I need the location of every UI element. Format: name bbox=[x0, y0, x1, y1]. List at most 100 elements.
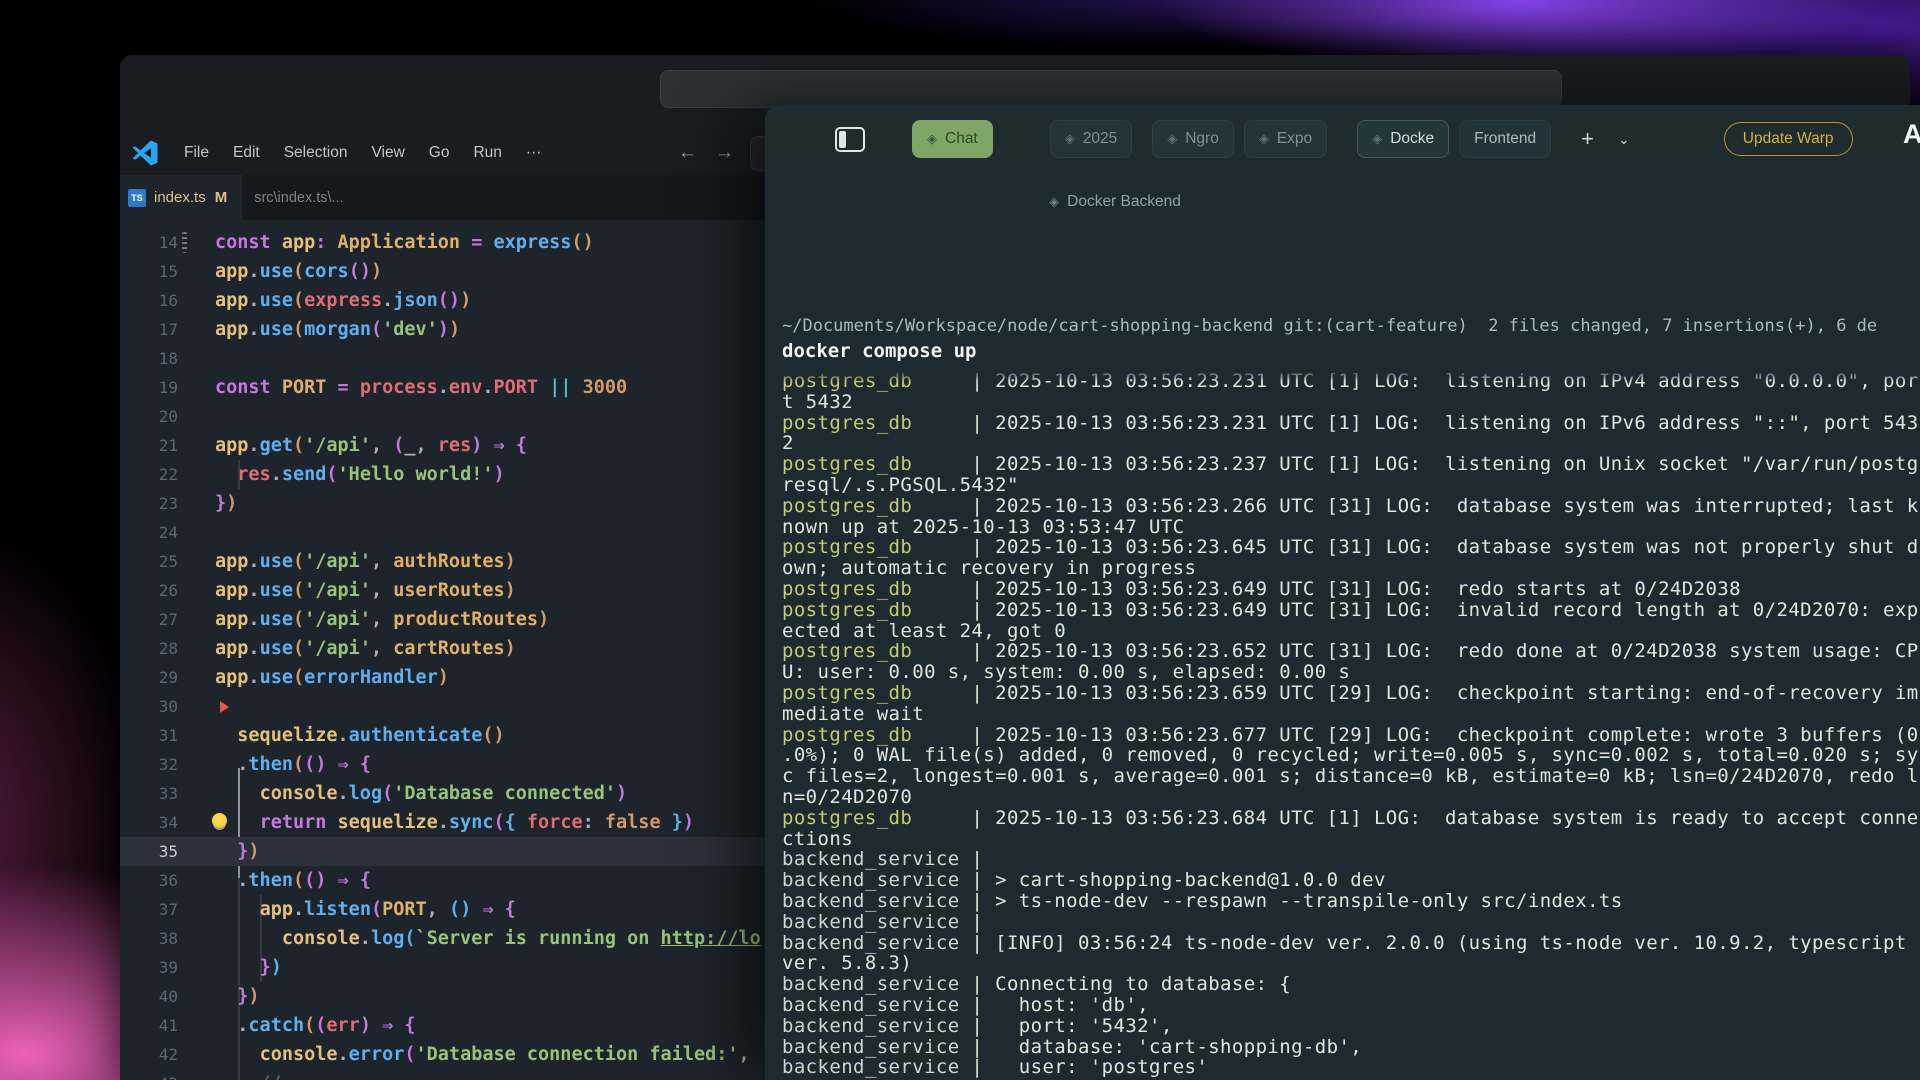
log-line: ected at least 24, got 0 bbox=[782, 621, 1920, 642]
menu-file[interactable]: File bbox=[172, 144, 221, 161]
terminal-tab-ngro[interactable]: ◈Ngro bbox=[1152, 120, 1234, 158]
service-name: backend_service bbox=[782, 890, 960, 912]
menu-view[interactable]: View bbox=[359, 144, 416, 161]
log-line: backend_service | Connecting to database… bbox=[782, 974, 1920, 995]
warp-pane[interactable]: ◈Docker Backend ~/Documents/Workspace/no… bbox=[765, 173, 1920, 1080]
service-name: backend_service bbox=[782, 869, 960, 891]
log-line: ctions bbox=[782, 829, 1920, 850]
service-name: backend_service bbox=[782, 994, 960, 1016]
service-name: backend_service bbox=[782, 1056, 960, 1078]
pane-title: ◈Docker Backend bbox=[765, 193, 1465, 211]
line-number: 36 bbox=[120, 866, 178, 895]
log-line: postgres_db | 2025-10-13 03:56:23.684 UT… bbox=[782, 808, 1920, 829]
service-name: postgres_db bbox=[782, 536, 912, 558]
menu-run[interactable]: Run bbox=[461, 144, 513, 161]
code-text: app.use('/api', cartRoutes) bbox=[215, 634, 516, 663]
line-number: 35 bbox=[120, 837, 178, 866]
git-modified-marker-icon bbox=[182, 232, 187, 253]
breadcrumb[interactable]: src\index.ts\... bbox=[254, 190, 343, 206]
code-text: console.error('Database connection faile… bbox=[215, 1040, 761, 1069]
log-line: mediate wait bbox=[782, 704, 1920, 725]
tab-filename: index.ts bbox=[154, 189, 206, 206]
log-line: t 5432 bbox=[782, 392, 1920, 413]
code-text: app.use(express.json()) bbox=[215, 286, 471, 315]
service-name: postgres_db bbox=[782, 724, 912, 746]
code-text: }) bbox=[215, 489, 237, 518]
terminal-path-line: ~/Documents/Workspace/node/cart-shopping… bbox=[782, 316, 1877, 336]
log-line: backend_service | > cart-shopping-backen… bbox=[782, 870, 1920, 891]
vscode-logo-icon bbox=[132, 140, 158, 166]
service-name: postgres_db bbox=[782, 682, 912, 704]
menu-selection[interactable]: Selection bbox=[272, 144, 360, 161]
log-line: postgres_db | 2025-10-13 03:56:23.266 UT… bbox=[782, 496, 1920, 517]
log-line: U: user: 0.00 s, system: 0.00 s, elapsed… bbox=[782, 662, 1920, 683]
line-number: 33 bbox=[120, 779, 178, 808]
tab-label: Docke bbox=[1390, 130, 1434, 148]
update-warp-button[interactable]: Update Warp bbox=[1724, 122, 1853, 156]
line-number: 22 bbox=[120, 460, 178, 489]
line-number: 20 bbox=[120, 402, 178, 431]
back-arrow-icon[interactable]: ← bbox=[678, 142, 697, 164]
warp-corner-glyph[interactable]: A bbox=[1903, 119, 1920, 150]
service-name: postgres_db bbox=[782, 578, 912, 600]
line-number: 39 bbox=[120, 953, 178, 982]
code-text: .then(() ⇒ { bbox=[215, 866, 371, 895]
line-number: 29 bbox=[120, 663, 178, 692]
menu-go[interactable]: Go bbox=[417, 144, 462, 161]
line-number: 18 bbox=[120, 344, 178, 373]
menu-[interactable]: ··· bbox=[514, 144, 554, 161]
terminal-tab-2025[interactable]: ◈2025 bbox=[1050, 120, 1132, 158]
log-line: 2 bbox=[782, 433, 1920, 454]
menu-edit[interactable]: Edit bbox=[221, 144, 272, 161]
terminal-command[interactable]: docker compose up bbox=[782, 340, 976, 362]
code-text: const PORT = process.env.PORT || 3000 bbox=[215, 373, 627, 402]
terminal-tab-chat[interactable]: ◈Chat bbox=[912, 120, 993, 158]
code-text: res.send('Hello world!') bbox=[215, 460, 505, 489]
code-text: sequelize.authenticate() bbox=[215, 721, 505, 750]
code-text: app.use('/api', productRoutes) bbox=[215, 605, 549, 634]
code-text: app.use('/api', userRoutes) bbox=[215, 576, 516, 605]
tab-index-ts[interactable]: TS index.ts M bbox=[120, 175, 242, 220]
line-number: 42 bbox=[120, 1040, 178, 1069]
terminal-tab-frontend[interactable]: Frontend bbox=[1459, 120, 1551, 158]
log-line: resql/.s.PGSQL.5432" bbox=[782, 475, 1920, 496]
log-line: backend_service | bbox=[782, 912, 1920, 933]
line-number: 17 bbox=[120, 315, 178, 344]
code-text: app.use(morgan('dev')) bbox=[215, 315, 460, 344]
line-number: 27 bbox=[120, 605, 178, 634]
desktop: FileEditSelectionViewGoRun··· ← → TS ind… bbox=[0, 0, 1920, 1080]
terminal-tab-expo[interactable]: ◈Expo bbox=[1244, 120, 1327, 158]
log-line: postgres_db | 2025-10-13 03:56:23.659 UT… bbox=[782, 683, 1920, 704]
log-line: backend_service | bbox=[782, 849, 1920, 870]
code-text: app.get('/api', (_, res) ⇒ { bbox=[215, 431, 527, 460]
sidebar-toggle-icon[interactable] bbox=[835, 127, 865, 152]
tab-list-chevron-icon[interactable]: ⌄ bbox=[1612, 130, 1636, 149]
line-number: 43 bbox=[120, 1069, 178, 1080]
terminal-tab-docke[interactable]: ◈ Docke bbox=[1357, 120, 1449, 158]
log-line: c files=2, longest=0.001 s, average=0.00… bbox=[782, 766, 1920, 787]
forward-arrow-icon[interactable]: → bbox=[715, 142, 734, 164]
menu-items: FileEditSelectionViewGoRun··· bbox=[172, 144, 553, 162]
terminal-log-output[interactable]: postgres_db | 2025-10-13 03:56:23.231 UT… bbox=[782, 371, 1920, 1080]
line-number: 19 bbox=[120, 373, 178, 402]
command-center-searchbox[interactable] bbox=[660, 70, 1562, 108]
code-text: // ... bbox=[215, 1069, 326, 1080]
tab-label: Frontend bbox=[1474, 130, 1536, 148]
warp-tabs: ◈Chat◈2025◈Ngro◈Expo◈DockeFrontend bbox=[865, 120, 1551, 158]
service-name: postgres_db bbox=[782, 495, 912, 517]
log-line: ver. 5.8.3) bbox=[782, 953, 1920, 974]
red-triangle-marker-icon bbox=[220, 701, 229, 713]
code-text: }) bbox=[215, 837, 260, 866]
diamond-icon: ◈ bbox=[1259, 131, 1269, 147]
log-line: backend_service | user: 'postgres' bbox=[782, 1057, 1920, 1078]
line-number: 32 bbox=[120, 750, 178, 779]
line-number: 25 bbox=[120, 547, 178, 576]
new-tab-button[interactable]: + bbox=[1575, 125, 1600, 153]
log-fade bbox=[765, 366, 1920, 382]
diamond-icon: ◈ bbox=[1372, 131, 1382, 147]
log-line: backend_service | [INFO] 03:56:24 ts-nod… bbox=[782, 933, 1920, 954]
service-name: backend_service bbox=[782, 911, 960, 933]
service-name: postgres_db bbox=[782, 807, 912, 829]
code-text: return sequelize.sync({ force: false }) bbox=[215, 808, 694, 837]
log-line: postgres_db | 2025-10-13 03:56:23.677 UT… bbox=[782, 725, 1920, 746]
